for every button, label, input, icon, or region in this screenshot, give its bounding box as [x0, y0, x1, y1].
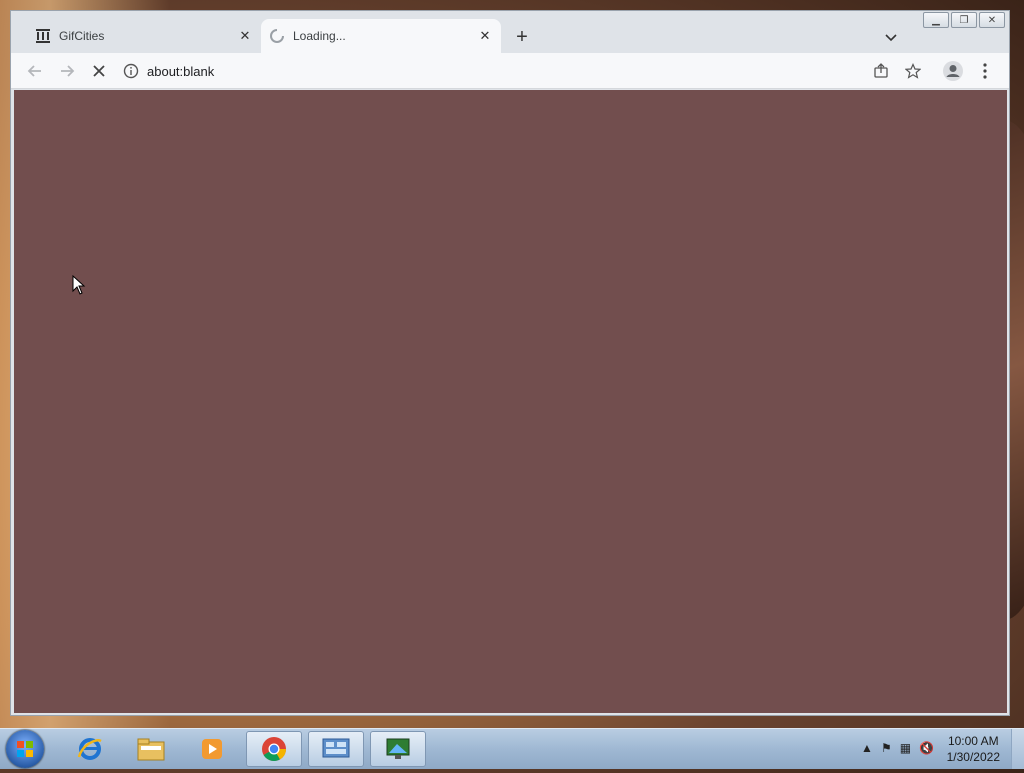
- archive-icon: [35, 28, 51, 44]
- clock-time: 10:00 AM: [947, 734, 999, 748]
- back-arrow-icon: [27, 65, 41, 77]
- new-tab-button[interactable]: +: [511, 26, 533, 48]
- tab-title: GifCities: [59, 29, 105, 43]
- show-desktop-button[interactable]: [1011, 729, 1024, 769]
- tab-strip: GifCities ✕ Loading... ✕ +: [11, 19, 1009, 53]
- taskbar-ie[interactable]: [62, 731, 118, 767]
- taskbar-control-panel[interactable]: [308, 731, 364, 767]
- media-player-icon: [202, 739, 222, 759]
- kebab-menu-icon: [983, 63, 987, 79]
- tab-close-icon[interactable]: ✕: [235, 26, 255, 46]
- bookmark-button[interactable]: [901, 59, 925, 83]
- page-content[interactable]: [14, 90, 1007, 713]
- network-icon[interactable]: ▦: [900, 741, 911, 755]
- tab-title: Loading...: [293, 29, 346, 43]
- address-bar[interactable]: about:blank: [123, 57, 995, 85]
- system-tray: ▲ ⚑ ▦ 🔇: [861, 741, 934, 755]
- back-button[interactable]: [23, 59, 47, 83]
- info-icon[interactable]: [123, 63, 139, 79]
- internet-explorer-icon: [77, 738, 102, 760]
- star-icon: [905, 63, 921, 79]
- menu-button[interactable]: [973, 59, 997, 83]
- url-text: about:blank: [147, 63, 215, 79]
- profile-button[interactable]: [941, 59, 965, 83]
- action-center-flag-icon[interactable]: ⚑: [881, 741, 892, 755]
- remote-desktop-icon: [386, 738, 410, 759]
- taskbar: ▲ ⚑ ▦ 🔇 10:00 AM 1/30/2022: [0, 728, 1024, 769]
- stop-button[interactable]: [87, 59, 111, 83]
- taskbar-media[interactable]: [184, 731, 240, 767]
- avatar-icon: [943, 61, 963, 81]
- start-button[interactable]: [6, 730, 44, 768]
- control-panel-icon: [322, 738, 350, 758]
- taskbar-remote[interactable]: [370, 731, 426, 767]
- browser-window: ▁ ❐ ✕ GifCities ✕ Loading... ✕ + about:b…: [10, 10, 1010, 716]
- tab-gifcities[interactable]: GifCities ✕: [27, 19, 261, 53]
- browser-toolbar: about:blank: [11, 53, 1009, 89]
- tab-loading[interactable]: Loading... ✕: [261, 19, 501, 53]
- mouse-pointer-icon: [72, 274, 86, 300]
- volume-muted-icon[interactable]: 🔇: [919, 741, 934, 755]
- show-hidden-icons-icon[interactable]: ▲: [861, 741, 873, 755]
- chrome-icon: [262, 737, 286, 762]
- plus-icon: +: [516, 25, 528, 48]
- chevron-down-icon: [885, 34, 897, 42]
- taskbar-clock[interactable]: 10:00 AM 1/30/2022: [947, 733, 1000, 765]
- tab-close-icon[interactable]: ✕: [475, 26, 495, 46]
- share-icon: [874, 63, 888, 78]
- taskbar-chrome[interactable]: [246, 731, 302, 767]
- loading-spinner-icon: [269, 28, 285, 44]
- stop-x-icon: [93, 65, 105, 77]
- share-button[interactable]: [869, 59, 893, 83]
- taskbar-explorer[interactable]: [123, 731, 179, 767]
- clock-date: 1/30/2022: [946, 750, 1000, 764]
- forward-arrow-icon: [61, 65, 75, 77]
- file-explorer-icon: [137, 738, 165, 761]
- forward-button[interactable]: [55, 59, 79, 83]
- windows-logo-icon: [17, 741, 33, 757]
- tab-search-button[interactable]: [881, 28, 901, 48]
